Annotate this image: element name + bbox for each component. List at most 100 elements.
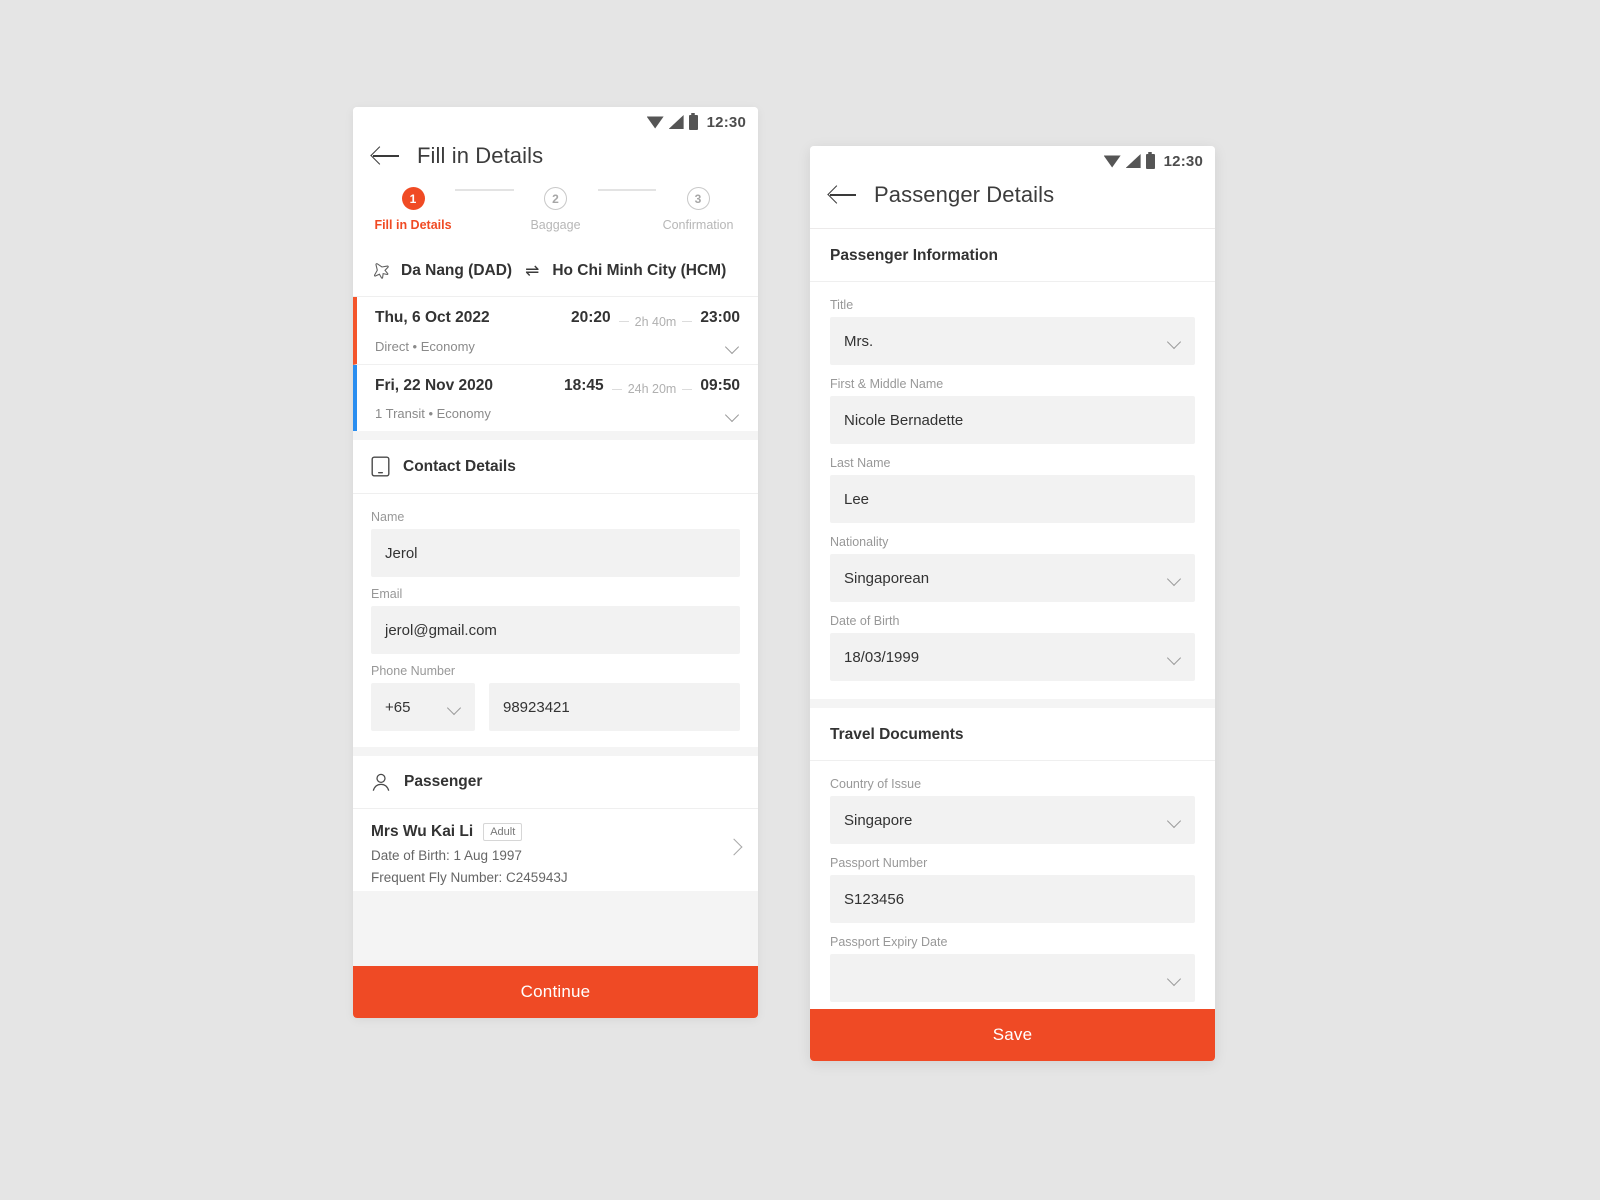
segment-meta: 1 Transit • Economy bbox=[375, 406, 491, 421]
scroll-content[interactable]: Passenger Information Title Mrs. First &… bbox=[810, 229, 1215, 1061]
stepper-label-3: Confirmation bbox=[662, 218, 734, 232]
date-of-birth-value: 18/03/1999 bbox=[844, 648, 920, 666]
passport-expiry-date-label: Passport Expiry Date bbox=[830, 935, 948, 949]
scroll-content[interactable]: Da Nang (DAD) ⇌ Ho Chi Minh City (HCM) T… bbox=[353, 246, 758, 1018]
airplane-icon bbox=[373, 263, 389, 279]
phone-screen-fill-in-details: 12:30 Fill in Details 1 2 3 Fill in Deta… bbox=[353, 107, 758, 1018]
last-name-label: Last Name bbox=[830, 456, 891, 470]
wifi-icon bbox=[646, 116, 664, 129]
chevron-right-icon[interactable] bbox=[725, 838, 743, 856]
first-middle-name-label: First & Middle Name bbox=[830, 377, 944, 391]
passport-expiry-date-field: Passport Expiry Date bbox=[830, 935, 1195, 1002]
travel-documents-title: Travel Documents bbox=[810, 708, 1215, 761]
contact-details-title: Contact Details bbox=[403, 457, 516, 475]
passport-number-field: Passport Number S123456 bbox=[830, 856, 1195, 923]
passport-number-input[interactable]: S123456 bbox=[830, 875, 1195, 923]
passenger-information-card: Passenger Information Title Mrs. First &… bbox=[810, 229, 1215, 699]
step-bubble-2: 2 bbox=[544, 187, 567, 210]
flight-segment-row[interactable]: Thu, 6 Oct 2022 20:20 2h 40m 23:00 Direc… bbox=[353, 297, 758, 365]
flight-route-header: Da Nang (DAD) ⇌ Ho Chi Minh City (HCM) bbox=[353, 246, 758, 297]
segment-duration: 24h 20m bbox=[612, 382, 693, 396]
nationality-value: Singaporean bbox=[844, 569, 930, 587]
back-arrow-icon[interactable] bbox=[830, 184, 856, 206]
last-name-field: Last Name Lee bbox=[830, 456, 1195, 523]
stepper-bubbles: 1 2 3 bbox=[371, 187, 740, 210]
page-title: Fill in Details bbox=[417, 143, 544, 168]
segment-duration: 2h 40m bbox=[619, 315, 693, 329]
title-field: Title Mrs. bbox=[830, 298, 1195, 365]
travel-documents-body: Country of Issue Singapore Passport Numb… bbox=[810, 761, 1215, 1020]
nationality-field: Nationality Singaporean bbox=[830, 535, 1195, 602]
back-arrow-icon[interactable] bbox=[373, 145, 399, 167]
segment-arrival-time: 09:50 bbox=[700, 376, 740, 394]
app-bar: Fill in Details bbox=[353, 137, 758, 185]
phone-number-input[interactable]: 98923421 bbox=[489, 683, 740, 731]
country-code-select[interactable]: +65 bbox=[371, 683, 475, 731]
contact-email-label: Email bbox=[371, 587, 403, 601]
title-value: Mrs. bbox=[844, 332, 874, 350]
status-bar-icons bbox=[646, 112, 698, 130]
passenger-card: Passenger Mrs Wu Kai Li Adult Date of Bi… bbox=[353, 756, 758, 892]
contact-name-field: Name Jerol bbox=[371, 510, 740, 577]
stepper-step-3[interactable]: 3 bbox=[656, 187, 740, 210]
save-button[interactable]: Save bbox=[810, 1009, 1215, 1061]
passenger-list-item[interactable]: Mrs Wu Kai Li Adult Date of Birth: 1 Aug… bbox=[353, 809, 758, 891]
contact-phone-field: Phone Number +65 98923421 bbox=[371, 664, 740, 731]
swap-direction-icon: ⇌ bbox=[525, 261, 540, 280]
country-of-issue-value: Singapore bbox=[844, 811, 913, 829]
mobile-phone-icon bbox=[371, 456, 390, 477]
contact-name-input[interactable]: Jerol bbox=[371, 529, 740, 577]
signal-icon bbox=[668, 115, 684, 129]
contact-details-card: Contact Details Name Jerol Email jerol@g… bbox=[353, 440, 758, 747]
stepper-step-1[interactable]: 1 bbox=[371, 187, 455, 210]
passenger-header: Passenger bbox=[353, 756, 758, 809]
travel-documents-card: Travel Documents Country of Issue Singap… bbox=[810, 708, 1215, 1020]
passport-expiry-date-select[interactable] bbox=[830, 954, 1195, 1002]
last-name-input[interactable]: Lee bbox=[830, 475, 1195, 523]
canvas: 12:30 Fill in Details 1 2 3 Fill in Deta… bbox=[0, 0, 1600, 1200]
flight-destination: Ho Chi Minh City (HCM) bbox=[552, 262, 727, 279]
date-of-birth-select[interactable]: 18/03/1999 bbox=[830, 633, 1195, 681]
wifi-icon bbox=[1103, 155, 1121, 168]
date-of-birth-label: Date of Birth bbox=[830, 614, 900, 628]
chevron-down-icon[interactable] bbox=[725, 342, 740, 350]
country-code-value: +65 bbox=[385, 698, 411, 716]
contact-details-header: Contact Details bbox=[353, 440, 758, 494]
passenger-frequent-flyer: Frequent Fly Number: C245943J bbox=[371, 870, 568, 886]
title-select[interactable]: Mrs. bbox=[830, 317, 1195, 365]
flight-segment-row[interactable]: Fri, 22 Nov 2020 18:45 24h 20m 09:50 1 T… bbox=[353, 364, 758, 431]
status-bar-clock: 12:30 bbox=[1163, 152, 1203, 170]
segment-arrival-time: 23:00 bbox=[700, 309, 740, 326]
segment-departure-time: 20:20 bbox=[570, 309, 611, 326]
continue-button[interactable]: Continue bbox=[353, 966, 758, 1018]
person-icon bbox=[372, 773, 390, 791]
battery-icon bbox=[1145, 151, 1155, 169]
contact-details-body: Name Jerol Email jerol@gmail.com Phone N… bbox=[353, 494, 758, 747]
segment-departure-time: 18:45 bbox=[564, 376, 604, 394]
country-of-issue-field: Country of Issue Singapore bbox=[830, 777, 1195, 844]
first-middle-name-input[interactable]: Nicole Bernadette bbox=[830, 396, 1195, 444]
passport-number-label: Passport Number bbox=[830, 856, 928, 870]
passenger-dob: Date of Birth: 1 Aug 1997 bbox=[371, 848, 522, 864]
stepper-step-2[interactable]: 2 bbox=[514, 187, 598, 210]
segment-date: Fri, 22 Nov 2020 bbox=[375, 376, 494, 394]
country-of-issue-select[interactable]: Singapore bbox=[830, 796, 1195, 844]
stepper-connector-2 bbox=[597, 189, 656, 191]
flight-origin: Da Nang (DAD) bbox=[401, 262, 513, 279]
nationality-select[interactable]: Singaporean bbox=[830, 554, 1195, 602]
chevron-down-icon[interactable] bbox=[725, 410, 740, 418]
status-bar: 12:30 bbox=[810, 146, 1215, 176]
passenger-information-title: Passenger Information bbox=[810, 229, 1215, 282]
step-bubble-1: 1 bbox=[401, 187, 425, 210]
nationality-label: Nationality bbox=[830, 535, 889, 549]
country-of-issue-label: Country of Issue bbox=[830, 777, 922, 791]
contact-email-input[interactable]: jerol@gmail.com bbox=[371, 606, 740, 654]
status-bar-clock: 12:30 bbox=[706, 113, 746, 131]
passenger-name: Mrs Wu Kai Li bbox=[371, 823, 474, 841]
app-bar: Passenger Details bbox=[810, 176, 1215, 229]
segment-date: Thu, 6 Oct 2022 bbox=[375, 309, 490, 326]
stepper-label-2: Baggage bbox=[530, 218, 581, 232]
page-title: Passenger Details bbox=[874, 182, 1055, 207]
phone-screen-passenger-details: 12:30 Passenger Details Passenger Inform… bbox=[810, 146, 1215, 1061]
first-middle-name-field: First & Middle Name Nicole Bernadette bbox=[830, 377, 1195, 444]
